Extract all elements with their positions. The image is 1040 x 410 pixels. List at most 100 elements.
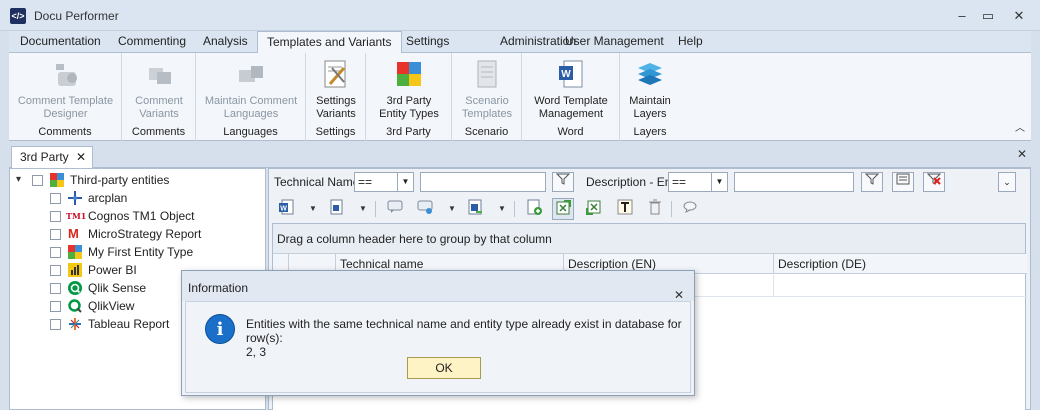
tree-item-arcplan[interactable]: arcplan (10, 189, 265, 207)
tree-checkbox[interactable] (50, 211, 61, 222)
comment-button[interactable] (384, 198, 406, 220)
ribbon-button-label: Comment Template Designer (17, 95, 114, 120)
settings-variants-button[interactable]: Settings Variants (306, 53, 366, 125)
ribbon: Comment Template Designer Comments Comme… (9, 53, 1031, 141)
tree-checkbox[interactable] (50, 283, 61, 294)
comment-variants-button[interactable]: Comment Variants (122, 53, 196, 125)
tree-item-my-first-entity-type[interactable]: My First Entity Type (10, 243, 265, 261)
arcplan-icon (68, 191, 82, 205)
group-by-area[interactable]: Drag a column header here to group by th… (273, 224, 1025, 254)
toolbar-separator (375, 201, 376, 217)
column-header-description-de[interactable]: Description (DE) (774, 254, 1027, 274)
tree-item-label: arcplan (88, 191, 128, 205)
tree-checkbox[interactable] (50, 319, 61, 330)
chevron-down-icon[interactable]: ▼ (309, 198, 319, 220)
tree-item-cognos-tm1[interactable]: TM1 Cognos TM1 Object (10, 207, 265, 225)
comment-template-designer-button[interactable]: Comment Template Designer (9, 53, 122, 125)
close-window-button[interactable]: ✕ (1005, 5, 1033, 27)
tab-analysis[interactable]: Analysis (194, 31, 257, 53)
close-document-icon[interactable]: ✕ (1017, 147, 1027, 161)
comment-bubble-button[interactable] (679, 198, 701, 220)
dialog-title: Information (188, 281, 249, 295)
word-template-management-button[interactable]: W Word Template Management (522, 53, 620, 125)
ribbon-group-label: Languages (223, 126, 278, 138)
maintain-layers-button[interactable]: Maintain Layers (620, 53, 680, 125)
import-button[interactable] (552, 198, 574, 220)
collapse-ribbon-icon[interactable]: ︿ (1015, 119, 1025, 134)
tree-checkbox[interactable] (32, 175, 43, 186)
ribbon-group-comments-designer: Comment Template Designer Comments (9, 53, 122, 141)
remove-filter-button[interactable] (923, 172, 945, 192)
tab-settings[interactable]: Settings (397, 31, 458, 53)
comment-variant-button[interactable] (414, 198, 436, 220)
add-document-icon (527, 199, 542, 215)
ribbon-group-label: Scenario (464, 126, 509, 138)
chevron-down-icon[interactable]: ▼ (448, 198, 458, 220)
maintain-comment-languages-button[interactable]: Maintain Comment Languages (196, 53, 306, 125)
tree-item-microstrategy[interactable]: M MicroStrategy Report (10, 225, 265, 243)
scenario-templates-button[interactable]: Scenario Templates (452, 53, 522, 125)
dialog-message-line: Entities with the same technical name an… (246, 317, 682, 345)
ribbon-group-label: 3rd Party (386, 126, 431, 138)
information-dialog: Information ✕ i Entities with the same t… (181, 270, 695, 396)
comment-variants-icon (149, 68, 171, 84)
ribbon-group-languages: Maintain Comment Languages Languages (196, 53, 306, 141)
tree-checkbox[interactable] (50, 265, 61, 276)
tree-checkbox[interactable] (50, 247, 61, 258)
description-operator-select[interactable]: == ▼ (668, 172, 728, 192)
text-format-button[interactable] (614, 198, 636, 220)
ribbon-group-label: Comments (131, 126, 186, 138)
tree-root[interactable]: ▾ Third-party entities (10, 171, 265, 189)
chevron-down-icon[interactable]: ▼ (498, 198, 508, 220)
close-tab-icon[interactable]: ✕ (76, 147, 86, 167)
description-filter-input[interactable] (734, 172, 854, 192)
tab-commenting[interactable]: Commenting (109, 31, 195, 53)
technical-name-filter-input[interactable] (420, 172, 546, 192)
tab-help[interactable]: Help (669, 31, 712, 53)
tab-documentation[interactable]: Documentation (11, 31, 110, 53)
filter-icon (555, 173, 571, 185)
add-row-button[interactable] (523, 198, 545, 220)
puzzle-icon (68, 245, 82, 259)
word-document-button[interactable] (325, 198, 347, 220)
chevron-down-icon[interactable]: ▾ (16, 171, 21, 189)
3rd-party-entity-types-button[interactable]: 3rd Party Entity Types (366, 53, 452, 125)
grid-cell[interactable] (774, 275, 1027, 297)
ribbon-group-label: Settings (315, 126, 356, 138)
word-template-icon (468, 199, 482, 215)
maintain-languages-icon (239, 66, 263, 82)
tab-templates-and-variants[interactable]: Templates and Variants (257, 31, 402, 54)
clear-filter-button[interactable] (552, 172, 574, 192)
filter-icon (864, 173, 880, 185)
tab-user-management[interactable]: User Management (556, 31, 673, 53)
technical-name-label: Technical Name (274, 175, 360, 189)
technical-name-operator-select[interactable]: == ▼ (354, 172, 414, 192)
tree-checkbox[interactable] (50, 193, 61, 204)
operator-value: == (672, 175, 687, 189)
expand-filter-button[interactable]: ⌄ (998, 172, 1016, 192)
ok-button[interactable]: OK (407, 357, 481, 379)
chevron-down-icon[interactable]: ▼ (359, 198, 369, 220)
export-button[interactable] (583, 198, 605, 220)
tree-item-label: QlikView (88, 299, 135, 313)
excel-import-icon (556, 200, 571, 215)
dialog-message: Entities with the same technical name an… (246, 317, 686, 359)
ribbon-group-settings: Settings Variants Settings (306, 53, 366, 141)
filter-settings-button[interactable] (892, 172, 914, 192)
tree-checkbox[interactable] (50, 301, 61, 312)
delete-button[interactable] (644, 198, 666, 220)
word-export-button[interactable]: W (275, 198, 297, 220)
tree-item-label: Cognos TM1 Object (88, 209, 195, 223)
document-tab-3rd-party[interactable]: 3rd Party ✕ (11, 146, 93, 169)
excel-export-icon (586, 200, 601, 215)
tree-checkbox[interactable] (50, 229, 61, 240)
toolbar-separator (671, 201, 672, 217)
restore-button[interactable]: ▭ (974, 5, 1002, 27)
apply-filter-button[interactable] (861, 172, 883, 192)
word-template-button[interactable] (464, 198, 486, 220)
operator-value: == (358, 175, 373, 189)
minimize-button[interactable]: – (948, 5, 976, 27)
ribbon-group-label: Word (557, 126, 584, 138)
ribbon-button-label: Comment Variants (135, 95, 183, 120)
tree-item-label: Power BI (88, 263, 137, 277)
